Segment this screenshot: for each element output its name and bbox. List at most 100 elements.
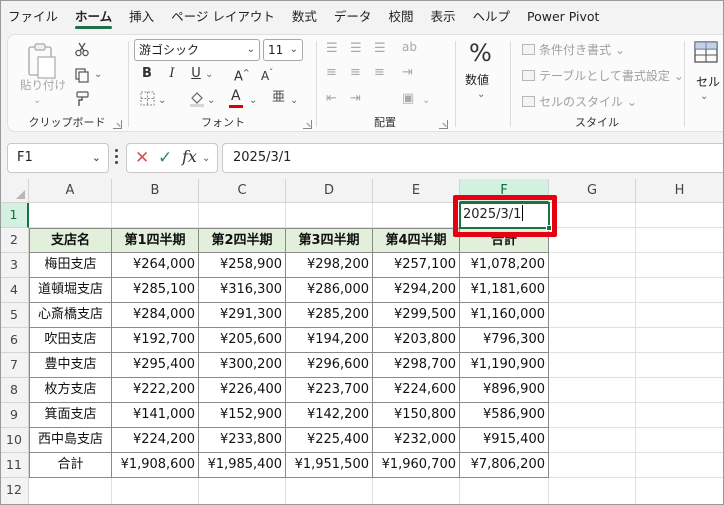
phonetic-guide-icon[interactable]: 亜 [272, 90, 285, 106]
insert-function-icon[interactable]: fx [182, 149, 197, 165]
cell-a1[interactable] [29, 203, 112, 228]
cell-b10[interactable]: ¥224,200 [112, 428, 199, 453]
cell-g4[interactable] [549, 278, 636, 303]
borders-chevron-icon[interactable]: ⌄ [158, 93, 166, 109]
cell-h5[interactable] [636, 303, 724, 328]
cell-g11[interactable] [549, 453, 636, 478]
number-format-icon[interactable]: % [469, 39, 492, 67]
cell-b3[interactable]: ¥264,000 [112, 253, 199, 278]
italic-button[interactable]: I [163, 66, 181, 81]
cell-a8[interactable]: 枚方支店 [29, 378, 112, 403]
format-painter-icon[interactable] [74, 91, 91, 112]
cell-b1[interactable] [112, 203, 199, 228]
phonetic-chevron-icon[interactable]: ⌄ [290, 93, 298, 109]
format-as-table-button[interactable]: テーブルとして書式設定 ⌄ [522, 67, 684, 84]
copy-chevron-icon[interactable]: ⌄ [94, 67, 102, 83]
align-right-icon[interactable]: ≡ [374, 65, 385, 81]
column-header-b[interactable]: B [112, 179, 199, 203]
align-bottom-icon[interactable]: ☰ [374, 41, 386, 57]
cell-a4[interactable]: 道頓堀支店 [29, 278, 112, 303]
tab-data[interactable]: データ [334, 0, 372, 34]
borders-icon[interactable] [140, 91, 155, 111]
cell-a7[interactable]: 豊中支店 [29, 353, 112, 378]
tab-file[interactable]: ファイル [8, 0, 58, 34]
cell-g12[interactable] [549, 478, 636, 505]
column-header-h[interactable]: H [636, 179, 724, 203]
conditional-formatting-button[interactable]: 条件付き書式 ⌄ [522, 41, 625, 58]
cell-f5[interactable]: ¥1,160,000 [460, 303, 549, 328]
cell-b9[interactable]: ¥141,000 [112, 403, 199, 428]
cell-c6[interactable]: ¥205,600 [199, 328, 286, 353]
cell-g3[interactable] [549, 253, 636, 278]
tab-review[interactable]: 校閲 [388, 0, 413, 34]
column-header-a[interactable]: A [29, 179, 112, 203]
cell-h12[interactable] [636, 478, 724, 505]
column-header-f[interactable]: F [460, 179, 549, 203]
cell-f2[interactable]: 合計 [460, 228, 549, 253]
cell-d1[interactable] [286, 203, 373, 228]
cell-g7[interactable] [549, 353, 636, 378]
column-header-c[interactable]: C [199, 179, 286, 203]
tab-home[interactable]: ホーム [75, 0, 113, 34]
cell-d9[interactable]: ¥142,200 [286, 403, 373, 428]
cell-b7[interactable]: ¥295,400 [112, 353, 199, 378]
cut-icon[interactable] [74, 41, 90, 62]
cell-a6[interactable]: 吹田支店 [29, 328, 112, 353]
font-color-chevron-icon[interactable]: ⌄ [249, 93, 257, 109]
align-center-icon[interactable]: ≡ [350, 65, 361, 81]
function-chevron-icon[interactable]: ⌄ [202, 151, 210, 167]
cell-h7[interactable] [636, 353, 724, 378]
tab-page-layout[interactable]: ページ レイアウト [171, 0, 275, 34]
cell-d3[interactable]: ¥298,200 [286, 253, 373, 278]
tab-formulas[interactable]: 数式 [292, 0, 317, 34]
cell-e2[interactable]: 第4四半期 [373, 228, 460, 253]
merge-chevron-icon[interactable]: ⌄ [422, 93, 430, 109]
cell-h3[interactable] [636, 253, 724, 278]
cell-e8[interactable]: ¥224,600 [373, 378, 460, 403]
cell-a5[interactable]: 心斎橋支店 [29, 303, 112, 328]
tab-view[interactable]: 表示 [430, 0, 455, 34]
cell-b6[interactable]: ¥192,700 [112, 328, 199, 353]
fill-color-chevron-icon[interactable]: ⌄ [207, 93, 215, 109]
wrap-text-icon[interactable]: ⇥ [402, 65, 413, 81]
cell-g8[interactable] [549, 378, 636, 403]
cell-h11[interactable] [636, 453, 724, 478]
cell-g10[interactable] [549, 428, 636, 453]
cell-d2[interactable]: 第3四半期 [286, 228, 373, 253]
number-chevron-icon[interactable]: ⌄ [477, 87, 485, 103]
cell-e10[interactable]: ¥232,000 [373, 428, 460, 453]
cell-h6[interactable] [636, 328, 724, 353]
cancel-icon[interactable]: ✕ [135, 150, 149, 167]
cell-a10[interactable]: 西中島支店 [29, 428, 112, 453]
cell-d6[interactable]: ¥194,200 [286, 328, 373, 353]
cell-c5[interactable]: ¥291,300 [199, 303, 286, 328]
cell-f8[interactable]: ¥896,900 [460, 378, 549, 403]
font-launcher-icon[interactable] [303, 120, 312, 129]
paste-label[interactable]: 貼り付け [20, 77, 66, 93]
cell-g2[interactable] [549, 228, 636, 253]
column-header-e[interactable]: E [373, 179, 460, 203]
cell-a12[interactable] [29, 478, 112, 505]
increase-font-size-icon[interactable]: A^ [234, 65, 250, 85]
cells-button[interactable]: セル [696, 73, 720, 90]
orientation-icon[interactable]: ab [402, 39, 417, 55]
align-middle-icon[interactable]: ☰ [350, 41, 362, 57]
underline-chevron-icon[interactable]: ⌄ [205, 67, 213, 83]
cell-b8[interactable]: ¥222,200 [112, 378, 199, 403]
cell-e1[interactable] [373, 203, 460, 228]
cells-chevron-icon[interactable]: ⌄ [700, 89, 708, 105]
cell-c9[interactable]: ¥152,900 [199, 403, 286, 428]
cell-h8[interactable] [636, 378, 724, 403]
cell-h2[interactable] [636, 228, 724, 253]
cell-a3[interactable]: 梅田支店 [29, 253, 112, 278]
formula-input[interactable]: 2025/3/1 [222, 143, 724, 173]
enter-icon[interactable]: ✓ [158, 150, 172, 167]
decrease-indent-icon[interactable]: ⇤ [326, 91, 337, 107]
cell-c1[interactable] [199, 203, 286, 228]
cell-a11[interactable]: 合計 [29, 453, 112, 478]
fill-color-icon[interactable] [188, 89, 206, 112]
row-header-2[interactable]: 2 [0, 228, 29, 253]
cell-e3[interactable]: ¥257,100 [373, 253, 460, 278]
cell-e7[interactable]: ¥298,700 [373, 353, 460, 378]
cell-d7[interactable]: ¥296,600 [286, 353, 373, 378]
